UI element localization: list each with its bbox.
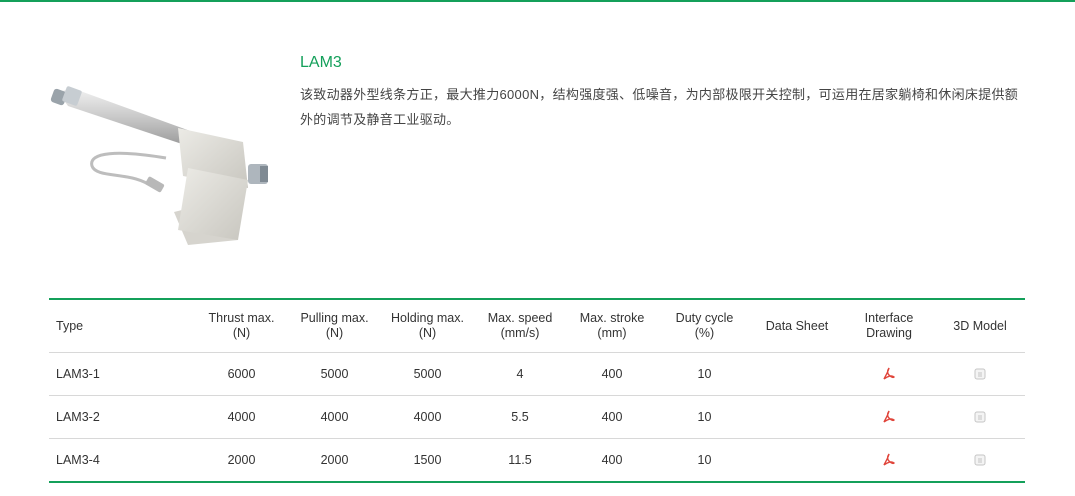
header-stroke: Max. stroke (mm) [579,311,645,340]
cell-holding: 1500 [381,438,474,482]
cell-interface-drawing [843,352,935,396]
header-speed: Max. speed (mm/s) [487,311,553,340]
cell-thrust: 2000 [195,438,288,482]
cell-type: LAM3-2 [49,395,195,439]
cell-stroke: 400 [566,438,658,482]
cell-3d-model [935,438,1025,482]
header-holding: Holding max. (N) [391,311,464,340]
product-image [50,86,268,245]
cell-speed: 11.5 [474,438,566,482]
table-row: LAM3-4 2000 2000 1500 11.5 400 10 [49,438,1025,482]
cell-pulling: 2000 [288,438,381,482]
header-type: Type [56,318,84,333]
cell-data-sheet [751,438,843,482]
header-pulling: Pulling max. (N) [300,311,369,340]
cell-thrust: 4000 [195,395,288,439]
pdf-icon[interactable] [882,453,896,467]
cell-speed: 4 [474,352,566,396]
3d-model-icon[interactable] [973,410,987,424]
cell-3d-model [935,395,1025,439]
cell-interface-drawing [843,395,935,439]
pdf-icon[interactable] [882,367,896,381]
cell-pulling: 5000 [288,352,381,396]
top-divider [0,0,1075,2]
table-row: LAM3-2 4000 4000 4000 5.5 400 10 [49,395,1025,439]
header-thrust: Thrust max. (N) [208,311,275,340]
header-interface-drawing: Interface Drawing [864,311,914,340]
cell-3d-model [935,352,1025,396]
header-3d-model: 3D Model [953,318,1007,333]
cell-speed: 5.5 [474,395,566,439]
cell-type: LAM3-1 [49,352,195,396]
header-duty-cycle: Duty cycle (%) [675,311,734,340]
cell-stroke: 400 [566,352,658,396]
cell-data-sheet [751,395,843,439]
cell-stroke: 400 [566,395,658,439]
cell-duty-cycle: 10 [658,438,751,482]
table-header-row: Type Thrust max. (N) Pulling max. (N) Hold… [49,299,1025,353]
cell-holding: 4000 [381,395,474,439]
cell-interface-drawing [843,438,935,482]
cell-thrust: 6000 [195,352,288,396]
header-data-sheet: Data Sheet [765,318,829,333]
spec-table: Type Thrust max. (N) Pulling max. (N) Hold… [49,298,1025,483]
pdf-icon[interactable] [882,410,896,424]
table-row: LAM3-1 6000 5000 5000 4 400 10 [49,352,1025,396]
3d-model-icon[interactable] [973,453,987,467]
cell-pulling: 4000 [288,395,381,439]
product-title: LAM3 [300,54,342,71]
cell-type: LAM3-4 [49,438,195,482]
cell-duty-cycle: 10 [658,352,751,396]
cell-holding: 5000 [381,352,474,396]
3d-model-icon[interactable] [973,367,987,381]
cell-duty-cycle: 10 [658,395,751,439]
cell-data-sheet [751,352,843,396]
product-description: 该致动器外型线条方正，最大推力6000N，结构强度强、低噪音，为内部极限开关控制… [300,87,1019,127]
